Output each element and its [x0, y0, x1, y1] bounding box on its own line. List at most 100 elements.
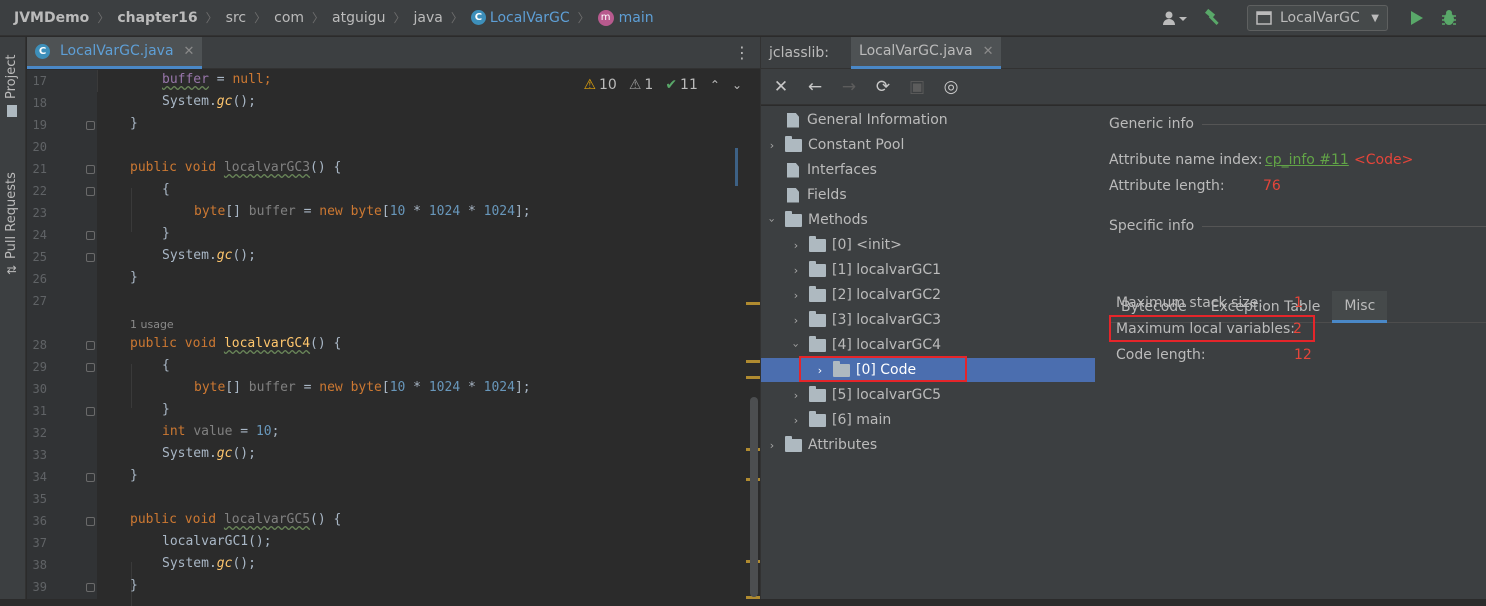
code-line: int value = 10;	[162, 424, 280, 439]
fold-marker-icon[interactable]	[86, 341, 95, 350]
line-number: 39	[32, 580, 47, 594]
fold-marker-icon[interactable]	[86, 231, 95, 240]
globe-icon[interactable]: ◎	[941, 77, 961, 97]
weak-warnings-count[interactable]: ⚠ 1	[629, 77, 653, 93]
expand-arrow-icon[interactable]: ›	[765, 139, 779, 152]
line-number: 36	[32, 514, 47, 528]
max-stack-size-value: 1	[1294, 295, 1303, 311]
expand-arrow-icon[interactable]: ›	[789, 264, 803, 277]
fold-marker-icon[interactable]	[86, 473, 95, 482]
chevron-right-icon: 〉	[577, 11, 590, 25]
code-length-value: 12	[1294, 347, 1312, 363]
expand-arrow-icon[interactable]: ›	[789, 314, 803, 327]
tree-item-method-localvargc4[interactable]: › [4] localvarGC4	[761, 333, 1095, 357]
line-number: 23	[32, 206, 47, 220]
close-icon[interactable]: ✕	[771, 77, 791, 97]
cp-info-link[interactable]: cp_info #11	[1265, 152, 1349, 168]
build-hammer-icon[interactable]	[1193, 0, 1233, 36]
close-icon[interactable]: ✕	[184, 44, 195, 59]
folder-icon	[785, 435, 802, 452]
user-icon[interactable]	[1157, 0, 1193, 36]
fold-marker-icon[interactable]	[86, 253, 95, 262]
tree-item-method-localvargc3[interactable]: › [3] localvarGC3	[761, 308, 1095, 332]
tree-item-method-init[interactable]: › [0] <init>	[761, 233, 1095, 257]
folder-icon	[809, 410, 826, 427]
breadcrumb-src[interactable]: src	[226, 10, 246, 26]
vertical-scrollbar[interactable]	[750, 397, 758, 597]
code-line: System.gc();	[162, 248, 256, 263]
run-configuration-select[interactable]: LocalVarGC ▼	[1247, 5, 1388, 31]
close-icon[interactable]: ✕	[983, 44, 994, 59]
folder-icon	[785, 135, 802, 152]
breadcrumb-project[interactable]: JVMDemo	[14, 10, 89, 26]
inspection-widget[interactable]: ⚠ 10 ⚠ 1 ✔ 11 ⌃ ⌄	[583, 77, 742, 93]
usage-hint[interactable]: 1 usage	[130, 318, 174, 331]
debug-bug-icon[interactable]	[1432, 0, 1466, 36]
breadcrumb-java[interactable]: java	[414, 10, 443, 26]
tree-item-general-information[interactable]: ›General Information	[761, 108, 1095, 132]
fold-marker-icon[interactable]	[86, 165, 95, 174]
fold-marker-icon[interactable]	[86, 517, 95, 526]
expand-arrow-icon[interactable]: ›	[789, 239, 803, 252]
project-tool-button[interactable]: Project	[4, 55, 19, 117]
save-icon[interactable]: ▣	[907, 77, 927, 97]
fold-marker-icon[interactable]	[86, 187, 95, 196]
editor-tab[interactable]: C LocalVarGC.java ✕	[27, 36, 203, 69]
max-stack-size-label: Maximum stack size:	[1116, 295, 1263, 311]
line-number-gutter: 17 18 19 20 21 22 23 24 25 26 27 28 29 3…	[27, 70, 97, 599]
tree-item-method-localvargc5[interactable]: › [5] localvarGC5	[761, 383, 1095, 407]
fold-marker-icon[interactable]	[86, 407, 95, 416]
fold-marker-icon[interactable]	[86, 363, 95, 372]
tree-item-method-localvargc2[interactable]: › [2] localvarGC2	[761, 283, 1095, 307]
expand-arrow-icon[interactable]: ›	[789, 289, 803, 302]
pull-requests-tool-button[interactable]: ⇅ Pull Requests	[4, 172, 19, 275]
folder-icon	[809, 285, 826, 302]
expand-arrow-icon[interactable]: ›	[789, 389, 803, 402]
more-options-icon[interactable]: ⋮	[734, 43, 750, 63]
pull-requests-tool-label: Pull Requests	[4, 172, 19, 259]
tree-item-methods[interactable]: › Methods	[761, 208, 1095, 232]
tree-item-fields[interactable]: ›Fields	[761, 183, 1095, 207]
code-text-area[interactable]: buffer = null; System.gc(); } public voi…	[97, 70, 737, 606]
forward-arrow-icon[interactable]: →	[839, 77, 859, 97]
breadcrumb-module[interactable]: chapter16	[117, 10, 197, 26]
attribute-info-panel: Generic info Attribute name index: cp_in…	[1095, 106, 1486, 599]
jclasslib-panel: jclasslib: LocalVarGC.java ✕ ✕ ← → ⟳ ▣ ◎…	[761, 36, 1486, 599]
jclasslib-tab[interactable]: LocalVarGC.java ✕	[851, 36, 1002, 69]
back-arrow-icon[interactable]: ←	[805, 77, 825, 97]
code-line: System.gc();	[162, 94, 256, 109]
code-line: public void localvarGC3() {	[130, 160, 342, 175]
collapse-arrow-icon[interactable]: ›	[766, 213, 779, 227]
tree-item-constant-pool[interactable]: › Constant Pool	[761, 133, 1095, 157]
fold-marker-icon[interactable]	[86, 583, 95, 592]
tree-item-interfaces[interactable]: ›Interfaces	[761, 158, 1095, 182]
breadcrumb-class[interactable]: LocalVarGC	[490, 10, 570, 26]
generic-info-header: Generic info	[1109, 116, 1486, 132]
typos-count[interactable]: ✔ 11	[665, 77, 698, 93]
refresh-icon[interactable]: ⟳	[873, 77, 893, 97]
breadcrumb-com[interactable]: com	[274, 10, 304, 26]
collapse-arrow-icon[interactable]: ›	[790, 338, 803, 352]
tab-misc[interactable]: Misc	[1332, 291, 1388, 323]
tree-item-attributes[interactable]: › Attributes	[761, 433, 1095, 457]
previous-highlight-icon[interactable]: ⌃	[710, 78, 720, 92]
code-line: }	[162, 226, 170, 241]
chevron-right-icon: 〉	[312, 11, 325, 25]
breadcrumb-atguigu[interactable]: atguigu	[332, 10, 385, 26]
tree-item-method-main[interactable]: › [6] main	[761, 408, 1095, 432]
line-number: 32	[32, 426, 47, 440]
breadcrumb-method[interactable]: main	[619, 10, 654, 26]
more-tools-icon[interactable]	[1466, 0, 1486, 36]
fold-marker-icon[interactable]	[86, 121, 95, 130]
folder-icon	[809, 385, 826, 402]
folder-icon	[809, 235, 826, 252]
code-line: }	[130, 270, 138, 285]
tree-item-method-localvargc1[interactable]: › [1] localvarGC1	[761, 258, 1095, 282]
expand-arrow-icon[interactable]: ›	[765, 439, 779, 452]
folder-icon	[809, 260, 826, 277]
chevron-right-icon: 〉	[393, 11, 406, 25]
run-icon[interactable]	[1402, 0, 1432, 36]
expand-arrow-icon[interactable]: ›	[789, 414, 803, 427]
warnings-count[interactable]: ⚠ 10	[583, 77, 616, 93]
line-number: 31	[32, 404, 47, 418]
